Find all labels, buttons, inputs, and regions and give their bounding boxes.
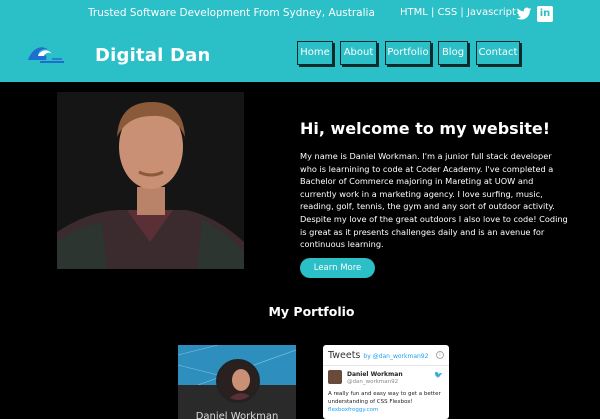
- card-name: Daniel Workman: [195, 411, 279, 419]
- nav-contact[interactable]: Contact: [476, 41, 520, 65]
- portfolio-card[interactable]: Daniel Workman: [178, 345, 296, 419]
- divider: [323, 365, 449, 366]
- avatar: [216, 359, 260, 403]
- nav-blog[interactable]: Blog: [438, 41, 468, 65]
- tweets-widget[interactable]: Tweets by @dan_workman92 i Daniel Workma…: [323, 345, 449, 419]
- linkedin-icon[interactable]: in: [537, 6, 553, 22]
- twitter-icon[interactable]: [516, 6, 532, 22]
- twitter-bird-icon: 🐦: [434, 371, 443, 379]
- twitter-bird-icon: [516, 7, 532, 20]
- hero-paragraph: My name is Daniel Workman. I'm a junior …: [300, 151, 568, 250]
- profile-photo: [57, 92, 244, 269]
- wave-icon[interactable]: [26, 42, 66, 66]
- tweets-title: Tweets: [328, 350, 361, 361]
- portfolio-title: My Portfolio: [268, 304, 355, 319]
- brand-name[interactable]: Digital Dan: [95, 45, 210, 66]
- profile-photo-illustration: [57, 92, 244, 269]
- tweet-avatar[interactable]: [328, 370, 342, 384]
- nav-home[interactable]: Home: [297, 41, 333, 65]
- tagline: Trusted Software Development From Sydney…: [88, 7, 375, 19]
- top-bar: Trusted Software Development From Sydney…: [0, 0, 600, 28]
- avatar-illustration: [219, 362, 257, 400]
- nav-about[interactable]: About: [340, 41, 377, 65]
- tweets-header: Tweets by @dan_workman92: [328, 350, 428, 361]
- tweet-author-name[interactable]: Daniel Workman: [347, 371, 403, 378]
- tweet-text: A really fun and easy way to get a bette…: [328, 391, 441, 405]
- site-header: Digital Dan Home About Portfolio Blog Co…: [0, 28, 600, 82]
- tweet-author-handle[interactable]: @dan_workman92: [347, 379, 398, 385]
- tech-stack-text: HTML | CSS | Javascript: [400, 7, 516, 18]
- hero-title: Hi, welcome to my website!: [300, 119, 550, 138]
- tweet-link[interactable]: flexboxfroggy.com: [328, 407, 378, 413]
- info-icon[interactable]: i: [436, 351, 444, 359]
- tweets-by-handle[interactable]: by @dan_workman92: [363, 353, 428, 360]
- learn-more-button[interactable]: Learn More: [300, 258, 375, 278]
- nav-portfolio[interactable]: Portfolio: [385, 41, 431, 65]
